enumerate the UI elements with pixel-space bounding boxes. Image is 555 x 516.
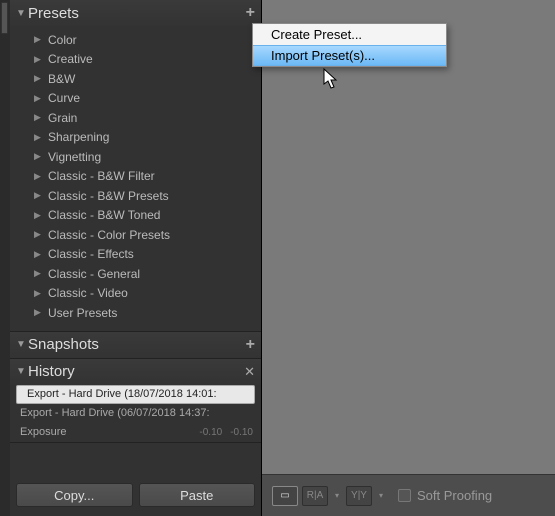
preset-folder[interactable]: ▶Grain	[10, 108, 261, 128]
preset-folder-label: Creative	[48, 52, 93, 66]
chevron-right-icon: ▶	[34, 210, 48, 221]
menu-create-preset[interactable]: Create Preset...	[253, 24, 446, 45]
caret-down-icon: ▼	[16, 339, 28, 350]
presets-list: ▶Color▶Creative▶B&W▶Curve▶Grain▶Sharpeni…	[10, 26, 261, 331]
left-panel-column: ▼ Presets + ▶Color▶Creative▶B&W▶Curve▶Gr…	[0, 0, 261, 516]
preset-folder-label: Color	[48, 33, 77, 47]
preset-folder-label: Sharpening	[48, 130, 109, 144]
panel-title: Snapshots	[28, 336, 246, 353]
preset-folder-label: Curve	[48, 91, 80, 105]
menu-import-presets[interactable]: Import Preset(s)...	[253, 45, 446, 66]
preset-folder[interactable]: ▶Sharpening	[10, 128, 261, 148]
preset-folder[interactable]: ▶Classic - B&W Toned	[10, 206, 261, 226]
bottom-button-bar: Copy... Paste	[16, 483, 255, 507]
chevron-right-icon: ▶	[34, 190, 48, 201]
preset-folder-label: Vignetting	[48, 150, 101, 164]
chevron-right-icon: ▶	[34, 54, 48, 65]
caret-down-icon: ▼	[16, 366, 28, 377]
preset-folder-label: User Presets	[48, 306, 117, 320]
before-after-tb-button[interactable]: Y|Y	[346, 486, 372, 506]
copy-button[interactable]: Copy...	[16, 483, 133, 507]
history-label: Export - Hard Drive (18/07/2018 14:01:	[27, 388, 246, 400]
add-snapshot-button[interactable]: +	[246, 336, 255, 354]
caret-down-icon: ▼	[16, 8, 28, 19]
app-root: ▼ Presets + ▶Color▶Creative▶B&W▶Curve▶Gr…	[0, 0, 555, 516]
panel-area: ▼ Presets + ▶Color▶Creative▶B&W▶Curve▶Gr…	[10, 0, 261, 516]
preset-folder[interactable]: ▶Classic - B&W Filter	[10, 167, 261, 187]
history-label: Export - Hard Drive (06/07/2018 14:37:	[20, 407, 253, 419]
preset-folder[interactable]: ▶Vignetting	[10, 147, 261, 167]
chevron-right-icon: ▶	[34, 229, 48, 240]
presets-context-menu: Create Preset... Import Preset(s)...	[252, 23, 447, 67]
preset-folder[interactable]: ▶Classic - Effects	[10, 245, 261, 265]
left-scrollbar[interactable]	[0, 0, 10, 516]
preview-area: ▭ R|A ▾ Y|Y ▾ Soft Proofing	[261, 0, 555, 516]
preset-folder[interactable]: ▶Classic - Video	[10, 284, 261, 304]
chevron-right-icon: ▶	[34, 93, 48, 104]
history-value: -0.10	[222, 427, 253, 438]
panel-title: Presets	[28, 5, 246, 22]
chevron-right-icon: ▶	[34, 288, 48, 299]
soft-proofing-label: Soft Proofing	[417, 488, 492, 503]
chevron-right-icon: ▶	[34, 73, 48, 84]
preset-folder-label: Classic - Video	[48, 286, 128, 300]
panel-presets: ▼ Presets + ▶Color▶Creative▶B&W▶Curve▶Gr…	[10, 0, 261, 332]
history-row[interactable]: Exposure-0.10-0.10	[10, 423, 261, 442]
before-after-lr-button[interactable]: R|A	[302, 486, 328, 506]
preset-folder-label: Classic - B&W Filter	[48, 169, 155, 183]
paste-button[interactable]: Paste	[139, 483, 256, 507]
add-preset-button[interactable]: +	[246, 4, 255, 22]
scrollbar-thumb[interactable]	[1, 2, 8, 34]
preset-folder-label: Classic - Effects	[48, 247, 134, 261]
preset-folder[interactable]: ▶Creative	[10, 50, 261, 70]
soft-proofing-toggle[interactable]: Soft Proofing	[398, 488, 492, 503]
history-list: Export - Hard Drive (18/07/2018 14:01: Ex…	[10, 385, 261, 442]
history-value: -0.10	[191, 427, 222, 438]
preset-folder[interactable]: ▶Classic - General	[10, 264, 261, 284]
panel-snapshots: ▼ Snapshots +	[10, 332, 261, 359]
preset-folder-label: Classic - B&W Toned	[48, 208, 160, 222]
chevron-right-icon: ▶	[34, 112, 48, 123]
preset-folder[interactable]: ▶Color	[10, 30, 261, 50]
panel-title: History	[28, 363, 238, 380]
history-row[interactable]: Export - Hard Drive (18/07/2018 14:01:	[16, 385, 255, 404]
chevron-right-icon: ▶	[34, 268, 48, 279]
panel-header-presets[interactable]: ▼ Presets +	[10, 0, 261, 26]
preset-folder-label: Classic - General	[48, 267, 140, 281]
history-row[interactable]: Export - Hard Drive (06/07/2018 14:37:	[10, 404, 261, 423]
preset-folder-label: Grain	[48, 111, 77, 125]
chevron-right-icon: ▶	[34, 307, 48, 318]
preset-folder[interactable]: ▶Classic - B&W Presets	[10, 186, 261, 206]
loupe-view-button[interactable]: ▭	[272, 486, 298, 506]
preset-folder[interactable]: ▶User Presets	[10, 303, 261, 323]
preset-folder-label: Classic - Color Presets	[48, 228, 170, 242]
chevron-right-icon: ▶	[34, 34, 48, 45]
history-label: Exposure	[20, 426, 191, 438]
preset-folder-label: Classic - B&W Presets	[48, 189, 169, 203]
checkbox-icon[interactable]	[398, 489, 411, 502]
chevron-right-icon: ▶	[34, 151, 48, 162]
chevron-right-icon: ▶	[34, 171, 48, 182]
preset-folder-label: B&W	[48, 72, 75, 86]
preset-folder[interactable]: ▶Curve	[10, 89, 261, 109]
preset-folder[interactable]: ▶B&W	[10, 69, 261, 89]
chevron-right-icon: ▶	[34, 132, 48, 143]
preset-folder[interactable]: ▶Classic - Color Presets	[10, 225, 261, 245]
clear-history-button[interactable]: ✕	[238, 364, 255, 380]
preview-toolbar: ▭ R|A ▾ Y|Y ▾ Soft Proofing	[262, 474, 555, 516]
panel-header-snapshots[interactable]: ▼ Snapshots +	[10, 332, 261, 358]
chevron-right-icon: ▶	[34, 249, 48, 260]
dropdown-icon[interactable]: ▾	[332, 491, 342, 500]
dropdown-icon[interactable]: ▾	[376, 491, 386, 500]
panel-header-history[interactable]: ▼ History ✕	[10, 359, 261, 385]
panel-history: ▼ History ✕ Export - Hard Drive (18/07/2…	[10, 359, 261, 443]
